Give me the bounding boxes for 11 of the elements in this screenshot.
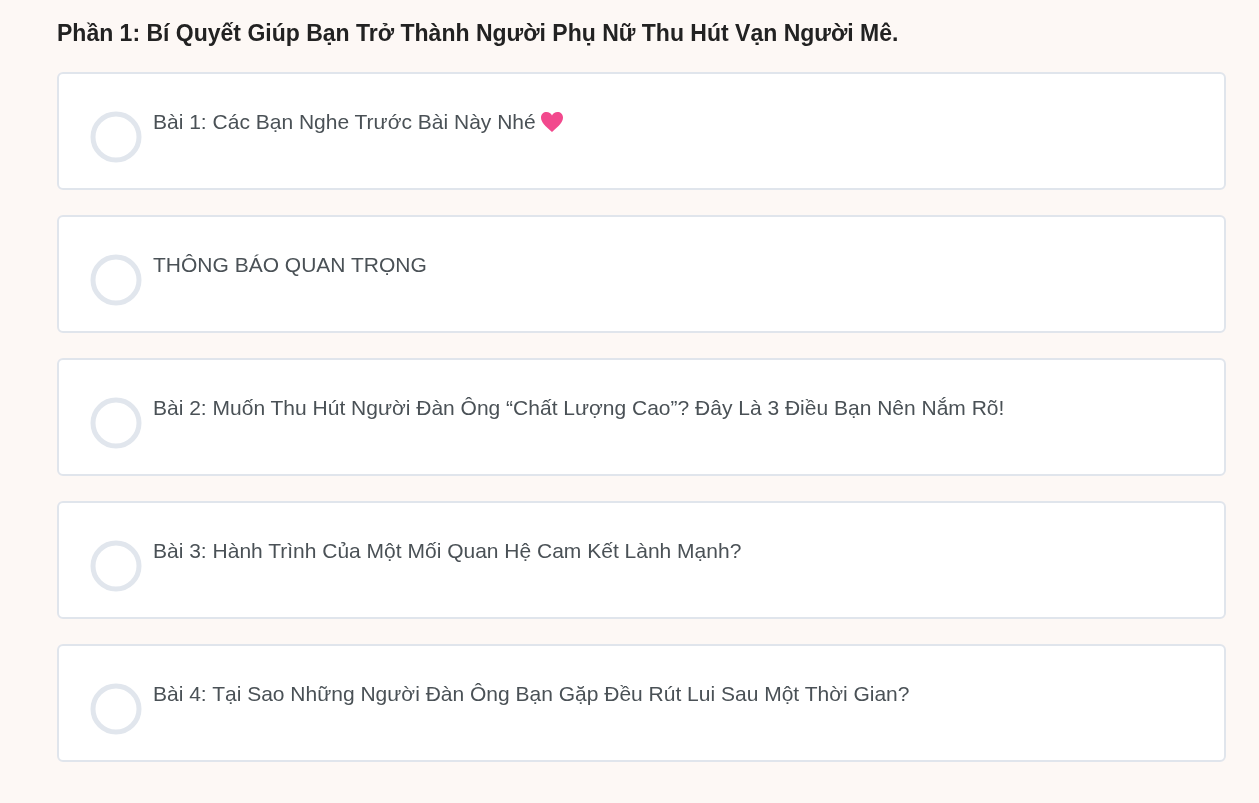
lesson-title: Bài 2: Muốn Thu Hút Người Đàn Ông “Chất Lượng Cao”? Đây Là 3 Điều Bạn Nên Nắm Rõ!: [153, 395, 1005, 421]
lesson-card[interactable]: Bài 4: Tại Sao Những Người Đàn Ông Bạn Gặp Đều Rút Lui Sau Một Thời Gian?: [57, 644, 1226, 762]
section-title: Phần 1: Bí Quyết Giúp Bạn Trở Thành Người Phụ Nữ Thu Hút Vạn Người Mê.: [57, 19, 900, 48]
lesson-card[interactable]: THÔNG BÁO QUAN TRỌNG: [57, 215, 1226, 333]
lesson-card[interactable]: Bài 3: Hành Trình Của Một Mối Quan Hệ Cam Kết Lành Mạnh?: [57, 501, 1226, 619]
lesson-card[interactable]: Bài 1: Các Bạn Nghe Trước Bài Này Nhé: [57, 72, 1226, 190]
lesson-title: Bài 3: Hành Trình Của Một Mối Quan Hệ Cam Kết Lành Mạnh?: [153, 538, 742, 564]
lesson-title: Bài 1: Các Bạn Nghe Trước Bài Này Nhé: [153, 109, 536, 135]
lesson-card[interactable]: Bài 2: Muốn Thu Hút Người Đàn Ông “Chất Lượng Cao”? Đây Là 3 Điều Bạn Nên Nắm Rõ!: [57, 358, 1226, 476]
lesson-title: THÔNG BÁO QUAN TRỌNG: [153, 252, 427, 278]
lesson-title: Bài 4: Tại Sao Những Người Đàn Ông Bạn Gặp Đều Rút Lui Sau Một Thời Gian?: [153, 681, 910, 707]
